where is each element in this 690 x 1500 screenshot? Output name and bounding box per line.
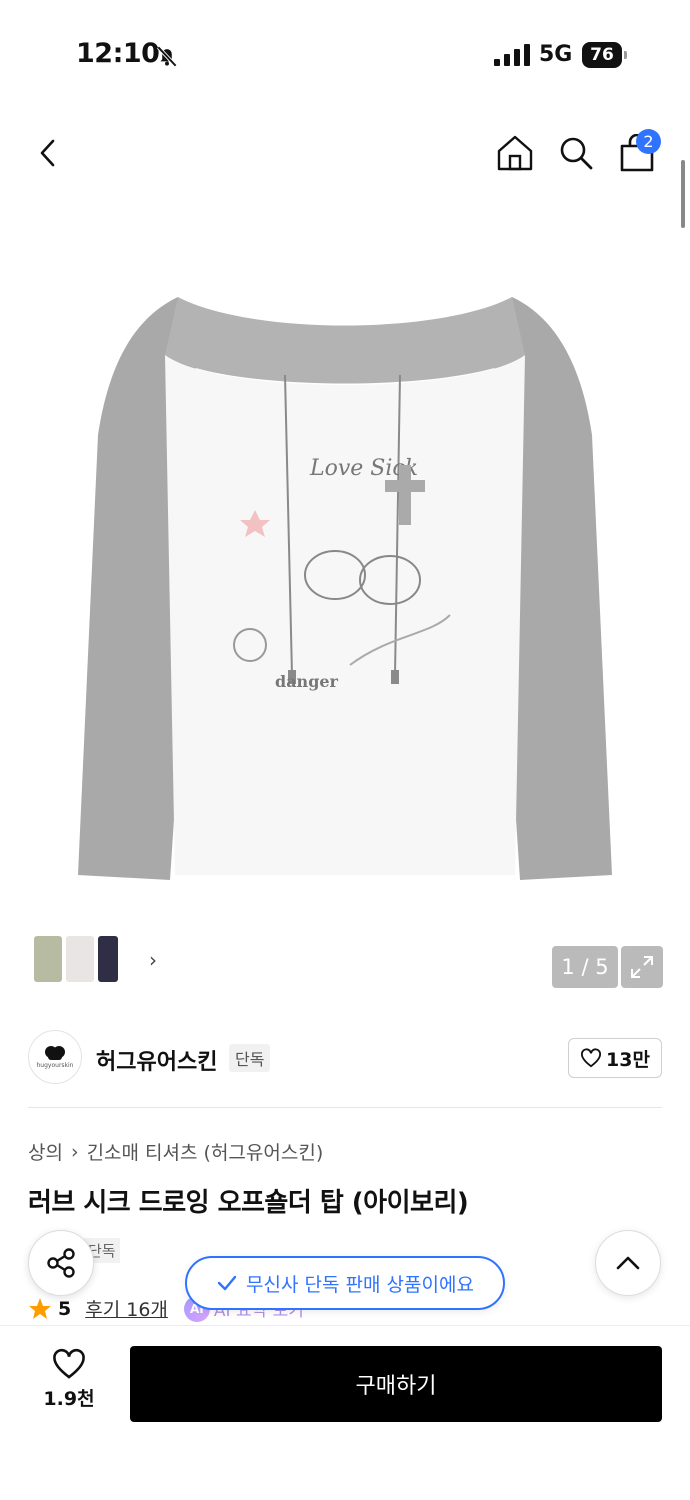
network-label: 5G: [539, 42, 573, 67]
expand-icon: [631, 956, 653, 978]
thumbnail-image[interactable]: [98, 936, 118, 982]
thumbnail-image[interactable]: [66, 936, 94, 982]
brand-logo-text: hugyourskin: [36, 1062, 74, 1069]
toast-text: 무신사 단독 판매 상품이에요: [246, 1273, 474, 1296]
search-icon: [560, 137, 593, 170]
breadcrumb-subcategory[interactable]: 긴소매 티셔츠 (허그유어스킨): [87, 1138, 324, 1165]
brand-row: hugyourskin 허그유어스킨 단독 13만: [28, 1030, 662, 1086]
expand-button[interactable]: [621, 946, 663, 988]
brand-logo-mark: [45, 1046, 65, 1060]
chevron-right-icon[interactable]: ›: [149, 948, 157, 972]
product-like-count: 1.9천: [43, 1388, 95, 1410]
rating-value: 5: [58, 1297, 72, 1320]
bell-off-icon: [156, 46, 178, 68]
signal-icon: [494, 44, 530, 66]
heart-icon: [581, 1048, 602, 1068]
top-nav: [0, 110, 690, 200]
home-button[interactable]: [490, 128, 540, 178]
battery-icon: 76: [582, 42, 628, 68]
thumbnail-image[interactable]: [34, 936, 62, 982]
brand-like-button[interactable]: 13만: [568, 1038, 662, 1078]
share-button[interactable]: [28, 1230, 94, 1296]
review-link[interactable]: 후기 16개: [85, 1295, 168, 1322]
home-icon: [497, 135, 533, 171]
scroll-top-button[interactable]: [595, 1230, 661, 1296]
check-icon: [217, 1275, 237, 1291]
star-icon: [29, 1297, 51, 1319]
chevron-left-icon: [40, 139, 55, 167]
svg-text:danger: danger: [275, 672, 339, 691]
product-image[interactable]: Love Sick danger: [70, 275, 620, 895]
back-button[interactable]: [24, 128, 74, 178]
bottom-bar: 1.9천 구매하기: [0, 1325, 690, 1500]
status-bar: 12:10 5G 76: [0, 0, 690, 110]
brand-name[interactable]: 허그유어스킨: [96, 1044, 217, 1076]
divider: [28, 1107, 662, 1108]
breadcrumb: 상의 › 긴소매 티셔츠 (허그유어스킨): [28, 1138, 323, 1165]
share-icon: [47, 1248, 75, 1278]
buy-button[interactable]: 구매하기: [130, 1346, 662, 1422]
image-counter: 1 / 5: [552, 946, 618, 988]
exclusive-tag: 단독: [229, 1044, 271, 1072]
search-button[interactable]: [551, 128, 601, 178]
breadcrumb-category[interactable]: 상의: [28, 1138, 63, 1165]
product-title: 러브 시크 드로잉 오프숄더 탑 (아이보리): [28, 1188, 469, 1218]
status-time: 12:10: [76, 38, 160, 69]
brand-logo[interactable]: hugyourskin: [28, 1030, 82, 1084]
cart-count-badge: 2: [636, 129, 661, 154]
battery-level: 76: [582, 42, 622, 68]
thumbnail-strip[interactable]: ›: [28, 930, 169, 988]
brand-like-count: 13만: [606, 1048, 650, 1071]
chevron-right-icon: ›: [70, 1140, 79, 1163]
product-like-button[interactable]: 1.9천: [30, 1348, 108, 1418]
heart-icon: [53, 1348, 85, 1379]
chevron-up-icon: [616, 1256, 640, 1270]
exclusive-toast: 무신사 단독 판매 상품이에요: [185, 1256, 505, 1310]
